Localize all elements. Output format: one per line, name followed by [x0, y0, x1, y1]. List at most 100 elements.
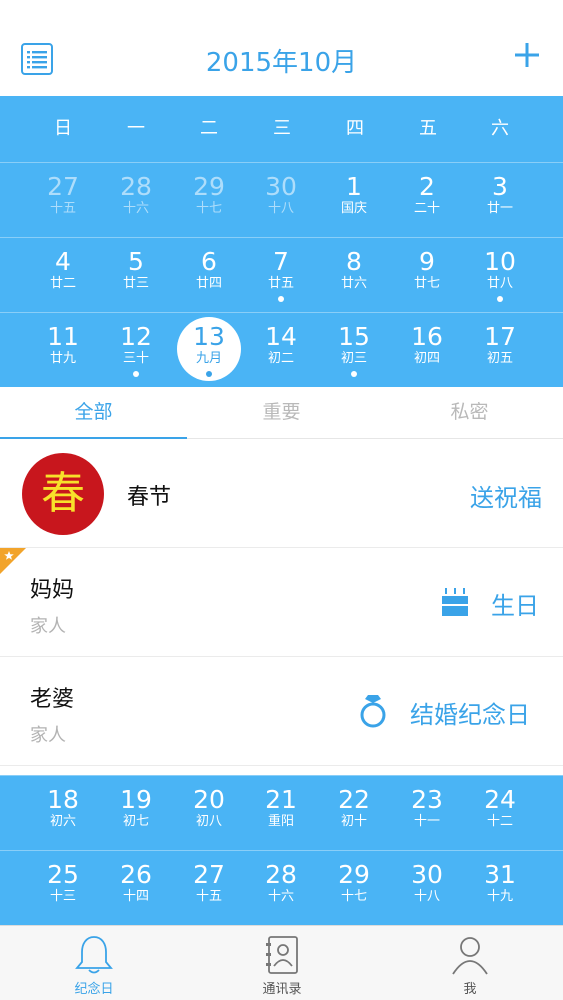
weekday-label: 四: [346, 118, 364, 139]
contacts-book-icon: [266, 936, 298, 974]
month-title[interactable]: 2015年10月: [0, 42, 563, 79]
lunar-date: 初六: [49, 814, 76, 829]
star-icon: [0, 548, 26, 574]
calendar-day[interactable]: 8 廿六: [318, 238, 390, 313]
calendar-day[interactable]: 2 二十: [391, 163, 463, 238]
lunar-date: 十四: [122, 889, 149, 904]
event-item-mom[interactable]: 妈妈 家人 生日: [0, 548, 563, 657]
calendar-day[interactable]: 3 廿一: [464, 163, 536, 238]
calendar-day[interactable]: 10 廿八: [464, 238, 536, 313]
calendar-day[interactable]: 19 初七: [100, 776, 172, 851]
day-number: 9: [419, 247, 435, 276]
plus-icon[interactable]: [512, 40, 542, 70]
calendar-week-row: 11 廿九 12 三十 13 九月 14 初二 15 初三 16 初四 17 初五: [0, 312, 563, 387]
lunar-date: 十七: [340, 889, 367, 904]
calendar-day[interactable]: 22 初十: [318, 776, 390, 851]
calendar-day[interactable]: 29 十七: [173, 163, 245, 238]
calendar-week-row: 27 十五 28 十六 29 十七 30 十八 1 国庆 2 二十 3 廿一: [0, 162, 563, 237]
send-wishes-button[interactable]: 送祝福: [440, 478, 542, 513]
calendar-grid-top: 27 十五 28 十六 29 十七 30 十八 1 国庆 2 二十 3 廿一 4 廿二 5 廿三 6 廿四 7 廿五 8 廿六…: [0, 162, 563, 387]
lunar-date: 初十: [340, 814, 367, 829]
tab-all[interactable]: 全部: [0, 387, 187, 439]
tab-private[interactable]: 私密: [376, 387, 563, 439]
contact-name: 老婆: [30, 687, 75, 712]
lunar-date: 初四: [413, 351, 440, 366]
calendar-week-row: 4 廿二 5 廿三 6 廿四 7 廿五 8 廿六 9 廿七 10 廿八: [0, 237, 563, 312]
day-number: 10: [484, 247, 516, 276]
day-number: 22: [338, 785, 370, 814]
calendar-day[interactable]: 16 初四: [391, 313, 463, 388]
tab-me[interactable]: 我: [376, 926, 563, 1000]
tab-label: 我: [463, 982, 477, 997]
calendar-day[interactable]: 23 十一: [391, 776, 463, 851]
calendar-week-row: 25 十三 26 十四 27 十五 28 十六 29 十七 30 十八 31 十九: [0, 850, 563, 925]
day-number: 30: [265, 172, 297, 201]
tab-anniversary[interactable]: 纪念日: [0, 926, 188, 1000]
calendar-day[interactable]: 28 十六: [100, 163, 172, 238]
day-number: 29: [193, 172, 225, 201]
calendar-day[interactable]: 12 三十: [100, 313, 172, 388]
calendar-day[interactable]: 27 十五: [173, 851, 245, 926]
calendar-day[interactable]: 9 廿七: [391, 238, 463, 313]
calendar-day[interactable]: 4 廿二: [27, 238, 99, 313]
calendar-day[interactable]: 21 重阳: [245, 776, 317, 851]
weekday-label: 五: [419, 118, 437, 139]
lunar-date: 廿一: [486, 201, 513, 216]
calendar-day[interactable]: 30 十八: [391, 851, 463, 926]
lunar-date: 十三: [49, 889, 76, 904]
calendar-day[interactable]: 26 十四: [100, 851, 172, 926]
lunar-date: 初八: [195, 814, 222, 829]
contact-group: 家人: [30, 725, 66, 746]
lunar-date: 初五: [486, 351, 513, 366]
day-number: 30: [411, 860, 443, 889]
calendar-day[interactable]: 17 初五: [464, 313, 536, 388]
calendar-day-selected[interactable]: 13 九月: [173, 313, 245, 388]
day-number: 31: [484, 860, 516, 889]
event-type-anniversary: 结婚纪念日: [410, 701, 530, 729]
event-list: 春 春节 送祝福 妈妈 家人 生日 老婆 家人 结婚纪念日: [0, 439, 563, 769]
day-number: 18: [47, 785, 79, 814]
lunar-date: 重阳: [267, 814, 294, 829]
day-number: 14: [265, 322, 297, 351]
day-number: 29: [338, 860, 370, 889]
lunar-date: 廿八: [486, 276, 513, 291]
lunar-date: 初二: [267, 351, 294, 366]
lunar-date: 廿七: [413, 276, 440, 291]
calendar-day[interactable]: 20 初八: [173, 776, 245, 851]
lunar-date: 十七: [195, 201, 222, 216]
lunar-date: 初七: [122, 814, 149, 829]
tab-contacts[interactable]: 通讯录: [188, 926, 376, 1000]
weekday-label: 一: [127, 118, 145, 139]
lunar-date: 十二: [486, 814, 513, 829]
event-dot-indicator: [206, 371, 212, 377]
lunar-date: 廿九: [49, 351, 76, 366]
event-item-spring-festival[interactable]: 春 春节 送祝福: [0, 439, 563, 548]
calendar-day[interactable]: 6 廿四: [173, 238, 245, 313]
calendar-day[interactable]: 1 国庆: [318, 163, 390, 238]
lunar-date: 十六: [267, 889, 294, 904]
calendar-day[interactable]: 11 廿九: [27, 313, 99, 388]
calendar-grid-bottom: 18 初六 19 初七 20 初八 21 重阳 22 初十 23 十一 24 十二 25 十三 26 十四 27 十五…: [0, 775, 563, 925]
calendar-day[interactable]: 31 十九: [464, 851, 536, 926]
weekday-label: 日: [54, 118, 72, 139]
day-number: 25: [47, 860, 79, 889]
calendar-day[interactable]: 30 十八: [245, 163, 317, 238]
calendar-day[interactable]: 28 十六: [245, 851, 317, 926]
calendar-day[interactable]: 7 廿五: [245, 238, 317, 313]
calendar-day[interactable]: 27 十五: [27, 163, 99, 238]
lunar-date: 十五: [49, 201, 76, 216]
calendar-day[interactable]: 14 初二: [245, 313, 317, 388]
calendar-day[interactable]: 18 初六: [27, 776, 99, 851]
lunar-date: 九月: [195, 351, 222, 366]
calendar-day[interactable]: 24 十二: [464, 776, 536, 851]
calendar-day[interactable]: 25 十三: [27, 851, 99, 926]
calendar-day[interactable]: 5 廿三: [100, 238, 172, 313]
event-type-birthday: 生日: [491, 592, 539, 620]
event-item-wife[interactable]: 老婆 家人 结婚纪念日: [0, 657, 563, 766]
calendar-day[interactable]: 15 初三: [318, 313, 390, 388]
lunar-date: 廿六: [340, 276, 367, 291]
day-number: 28: [120, 172, 152, 201]
tab-important[interactable]: 重要: [188, 387, 375, 439]
calendar-day[interactable]: 29 十七: [318, 851, 390, 926]
lunar-date: 三十: [122, 351, 149, 366]
